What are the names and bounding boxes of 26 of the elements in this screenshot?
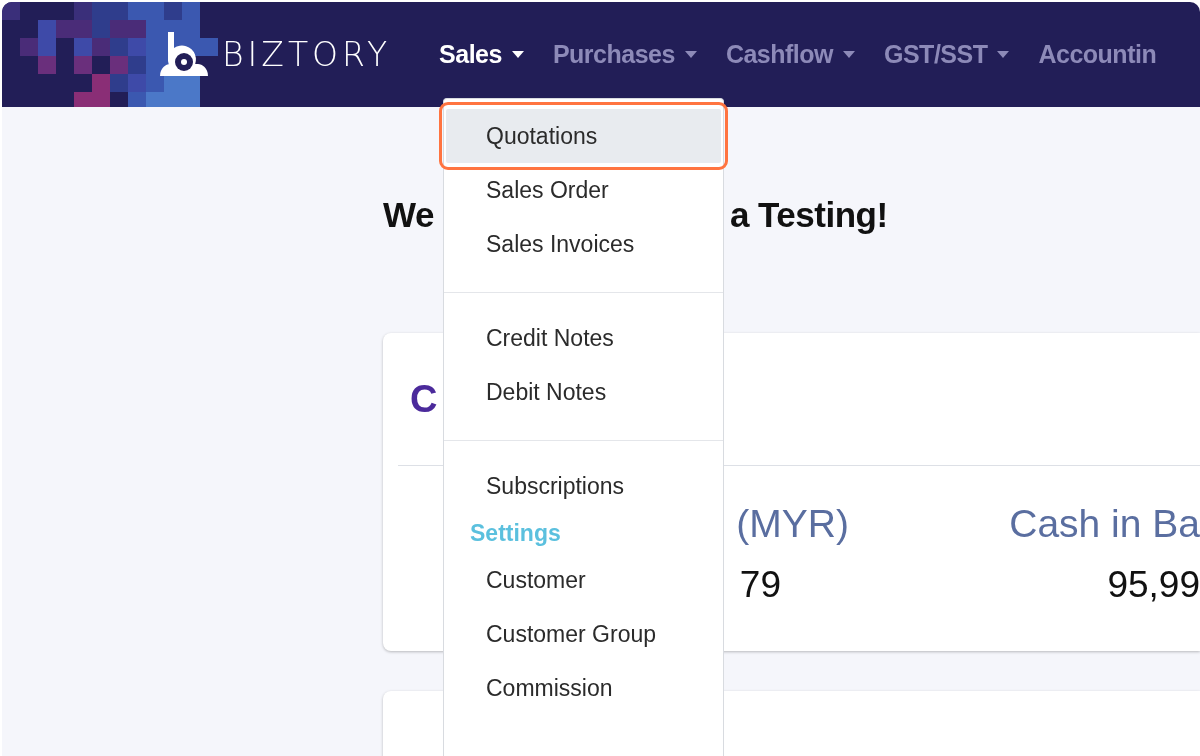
welcome-heading: a Testing! [729, 195, 888, 235]
nav-menu-item[interactable]: Purchases [552, 40, 697, 69]
stat-value: 79 [739, 564, 781, 606]
caret-icon [843, 51, 855, 58]
menu-item[interactable]: Customer Group [444, 607, 723, 661]
menu-item[interactable]: Debit Notes [444, 365, 723, 419]
nav-menu-item[interactable]: Cashflow [725, 40, 855, 69]
card-title: C [410, 377, 438, 421]
menu-item[interactable]: Credit Notes [444, 311, 723, 365]
stat-label: Cash in Ba [1009, 502, 1200, 546]
menu-item[interactable]: Customer [444, 553, 723, 607]
menu-item[interactable]: Sales Order [444, 163, 723, 217]
menu-item[interactable]: Subscriptions [444, 459, 723, 513]
menu-section-header: Settings [469, 519, 562, 548]
caret-icon [684, 51, 697, 58]
brand-name: BIZTORY [222, 35, 392, 74]
menu-item[interactable]: Sales Invoices [444, 217, 723, 271]
caret-icon [511, 51, 524, 58]
stat-label: (MYR) [736, 502, 849, 546]
welcome-heading: We [383, 195, 434, 235]
menu-item[interactable]: Commission [444, 661, 723, 715]
nav-menu-item[interactable]: GST/SST [884, 40, 1010, 69]
stat-value: 95,99 [1107, 564, 1200, 606]
nav-menu-item[interactable]: Accountin [1038, 40, 1157, 69]
caret-icon [997, 51, 1010, 58]
nav-menu-item[interactable]: Sales [439, 40, 524, 69]
